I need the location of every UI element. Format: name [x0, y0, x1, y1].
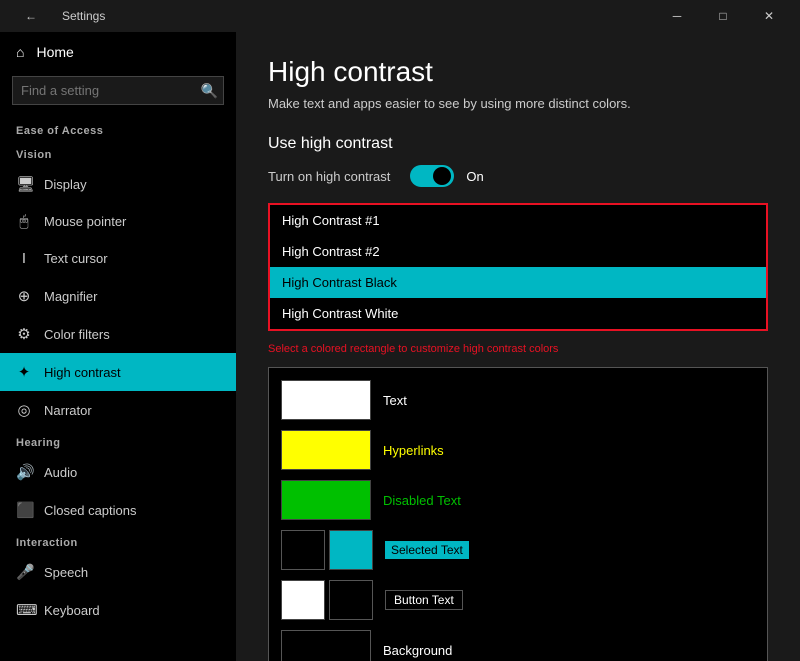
color-filters-icon: ⚙: [16, 325, 32, 343]
turn-on-label: Turn on high contrast: [268, 169, 390, 184]
sidebar-item-closed-captions[interactable]: ⬛ Closed captions: [0, 491, 236, 529]
sidebar-item-narrator[interactable]: ◎ Narrator: [0, 391, 236, 429]
sidebar-item-audio[interactable]: 🔊 Audio: [0, 453, 236, 491]
color-swatches-box: Text Hyperlinks Disabled Text Selected T…: [268, 367, 768, 661]
main-layout: ⌂ Home 🔍 Ease of Access Vision 🖥 Display…: [0, 32, 800, 661]
magnifier-icon: ⊕: [16, 287, 32, 305]
swatch-hyperlinks[interactable]: [281, 430, 371, 470]
swatch-background[interactable]: [281, 630, 371, 661]
swatch-label-background: Background: [383, 643, 452, 658]
ease-of-access-label: Ease of Access: [0, 117, 236, 141]
swatch-row-button-text: Button Text: [281, 580, 755, 620]
mouse-pointer-icon: 🖱: [16, 213, 32, 230]
text-cursor-label: Text cursor: [44, 251, 108, 266]
toggle-state-label: On: [466, 169, 483, 184]
theme-option-hc1[interactable]: High Contrast #1: [270, 205, 766, 236]
sidebar-item-keyboard[interactable]: ⌨ Keyboard: [0, 591, 236, 629]
high-contrast-icon: ✦: [16, 363, 32, 381]
high-contrast-toggle[interactable]: [410, 165, 454, 187]
swatch-selected-text-fg[interactable]: [329, 530, 373, 570]
swatch-row-disabled-text: Disabled Text: [281, 480, 755, 520]
home-icon: ⌂: [16, 44, 24, 60]
titlebar-title: Settings: [62, 9, 105, 23]
closed-captions-icon: ⬛: [16, 501, 32, 519]
sidebar-item-high-contrast[interactable]: ✦ High contrast: [0, 353, 236, 391]
swatch-row-background: Background: [281, 630, 755, 661]
sidebar-item-speech[interactable]: 🎤 Speech: [0, 553, 236, 591]
use-high-contrast-section-title: Use high contrast: [268, 135, 768, 153]
sidebar-item-home[interactable]: ⌂ Home: [0, 32, 236, 72]
swatch-disabled-text[interactable]: [281, 480, 371, 520]
magnifier-label: Magnifier: [44, 289, 97, 304]
audio-label: Audio: [44, 465, 77, 480]
high-contrast-label: High contrast: [44, 365, 121, 380]
sidebar-item-text-cursor[interactable]: I Text cursor: [0, 240, 236, 277]
restore-button[interactable]: □: [700, 0, 746, 32]
sidebar-item-color-filters[interactable]: ⚙ Color filters: [0, 315, 236, 353]
swatch-pair-selected-text: [281, 530, 373, 570]
hearing-section-label: Hearing: [0, 429, 236, 453]
closed-captions-label: Closed captions: [44, 503, 137, 518]
display-icon: 🖥: [16, 175, 32, 193]
display-label: Display: [44, 177, 87, 192]
sidebar-item-display[interactable]: 🖥 Display: [0, 165, 236, 203]
content-area: High contrast Make text and apps easier …: [236, 32, 800, 661]
theme-option-hc-white[interactable]: High Contrast White: [270, 298, 766, 329]
toggle-row: Turn on high contrast On: [268, 165, 768, 187]
page-title: High contrast: [268, 56, 768, 88]
minimize-button[interactable]: ─: [654, 0, 700, 32]
narrator-icon: ◎: [16, 401, 32, 419]
mouse-pointer-label: Mouse pointer: [44, 214, 126, 229]
color-filters-label: Color filters: [44, 327, 110, 342]
keyboard-icon: ⌨: [16, 601, 32, 619]
sidebar-item-magnifier[interactable]: ⊕ Magnifier: [0, 277, 236, 315]
theme-selector: High Contrast #1 High Contrast #2 High C…: [268, 203, 768, 331]
swatch-button-text-fg[interactable]: [281, 580, 325, 620]
titlebar: ← Settings ─ □ ✕: [0, 0, 800, 32]
swatch-row-text: Text: [281, 380, 755, 420]
keyboard-label: Keyboard: [44, 603, 100, 618]
swatch-button-text-bg[interactable]: [329, 580, 373, 620]
narrator-label: Narrator: [44, 403, 92, 418]
vision-section-label: Vision: [0, 141, 236, 165]
swatch-row-hyperlinks: Hyperlinks: [281, 430, 755, 470]
swatch-label-button-text: Button Text: [385, 590, 463, 610]
theme-option-hc-black[interactable]: High Contrast Black: [270, 267, 766, 298]
swatch-label-hyperlinks: Hyperlinks: [383, 443, 444, 458]
swatch-selected-text-bg[interactable]: [281, 530, 325, 570]
search-icon[interactable]: 🔍: [201, 82, 218, 99]
page-subtitle: Make text and apps easier to see by usin…: [268, 96, 768, 111]
titlebar-controls: ─ □ ✕: [654, 0, 792, 32]
select-hint: Select a colored rectangle to customize …: [268, 343, 768, 355]
audio-icon: 🔊: [16, 463, 32, 481]
interaction-section-label: Interaction: [0, 529, 236, 553]
search-container: 🔍: [12, 76, 224, 105]
swatch-label-selected-text: Selected Text: [385, 541, 469, 559]
swatch-row-selected-text: Selected Text: [281, 530, 755, 570]
text-cursor-icon: I: [16, 250, 32, 267]
sidebar-item-mouse-pointer[interactable]: 🖱 Mouse pointer: [0, 203, 236, 240]
swatch-label-disabled-text: Disabled Text: [383, 493, 461, 508]
swatch-label-text: Text: [383, 393, 407, 408]
back-button[interactable]: ←: [8, 0, 54, 32]
speech-label: Speech: [44, 565, 88, 580]
speech-icon: 🎤: [16, 563, 32, 581]
theme-option-hc2[interactable]: High Contrast #2: [270, 236, 766, 267]
search-input[interactable]: [12, 76, 224, 105]
close-button[interactable]: ✕: [746, 0, 792, 32]
swatch-pair-button-text: [281, 580, 373, 620]
sidebar: ⌂ Home 🔍 Ease of Access Vision 🖥 Display…: [0, 32, 236, 661]
titlebar-left: ← Settings: [8, 0, 105, 32]
home-label: Home: [36, 44, 73, 60]
swatch-text[interactable]: [281, 380, 371, 420]
